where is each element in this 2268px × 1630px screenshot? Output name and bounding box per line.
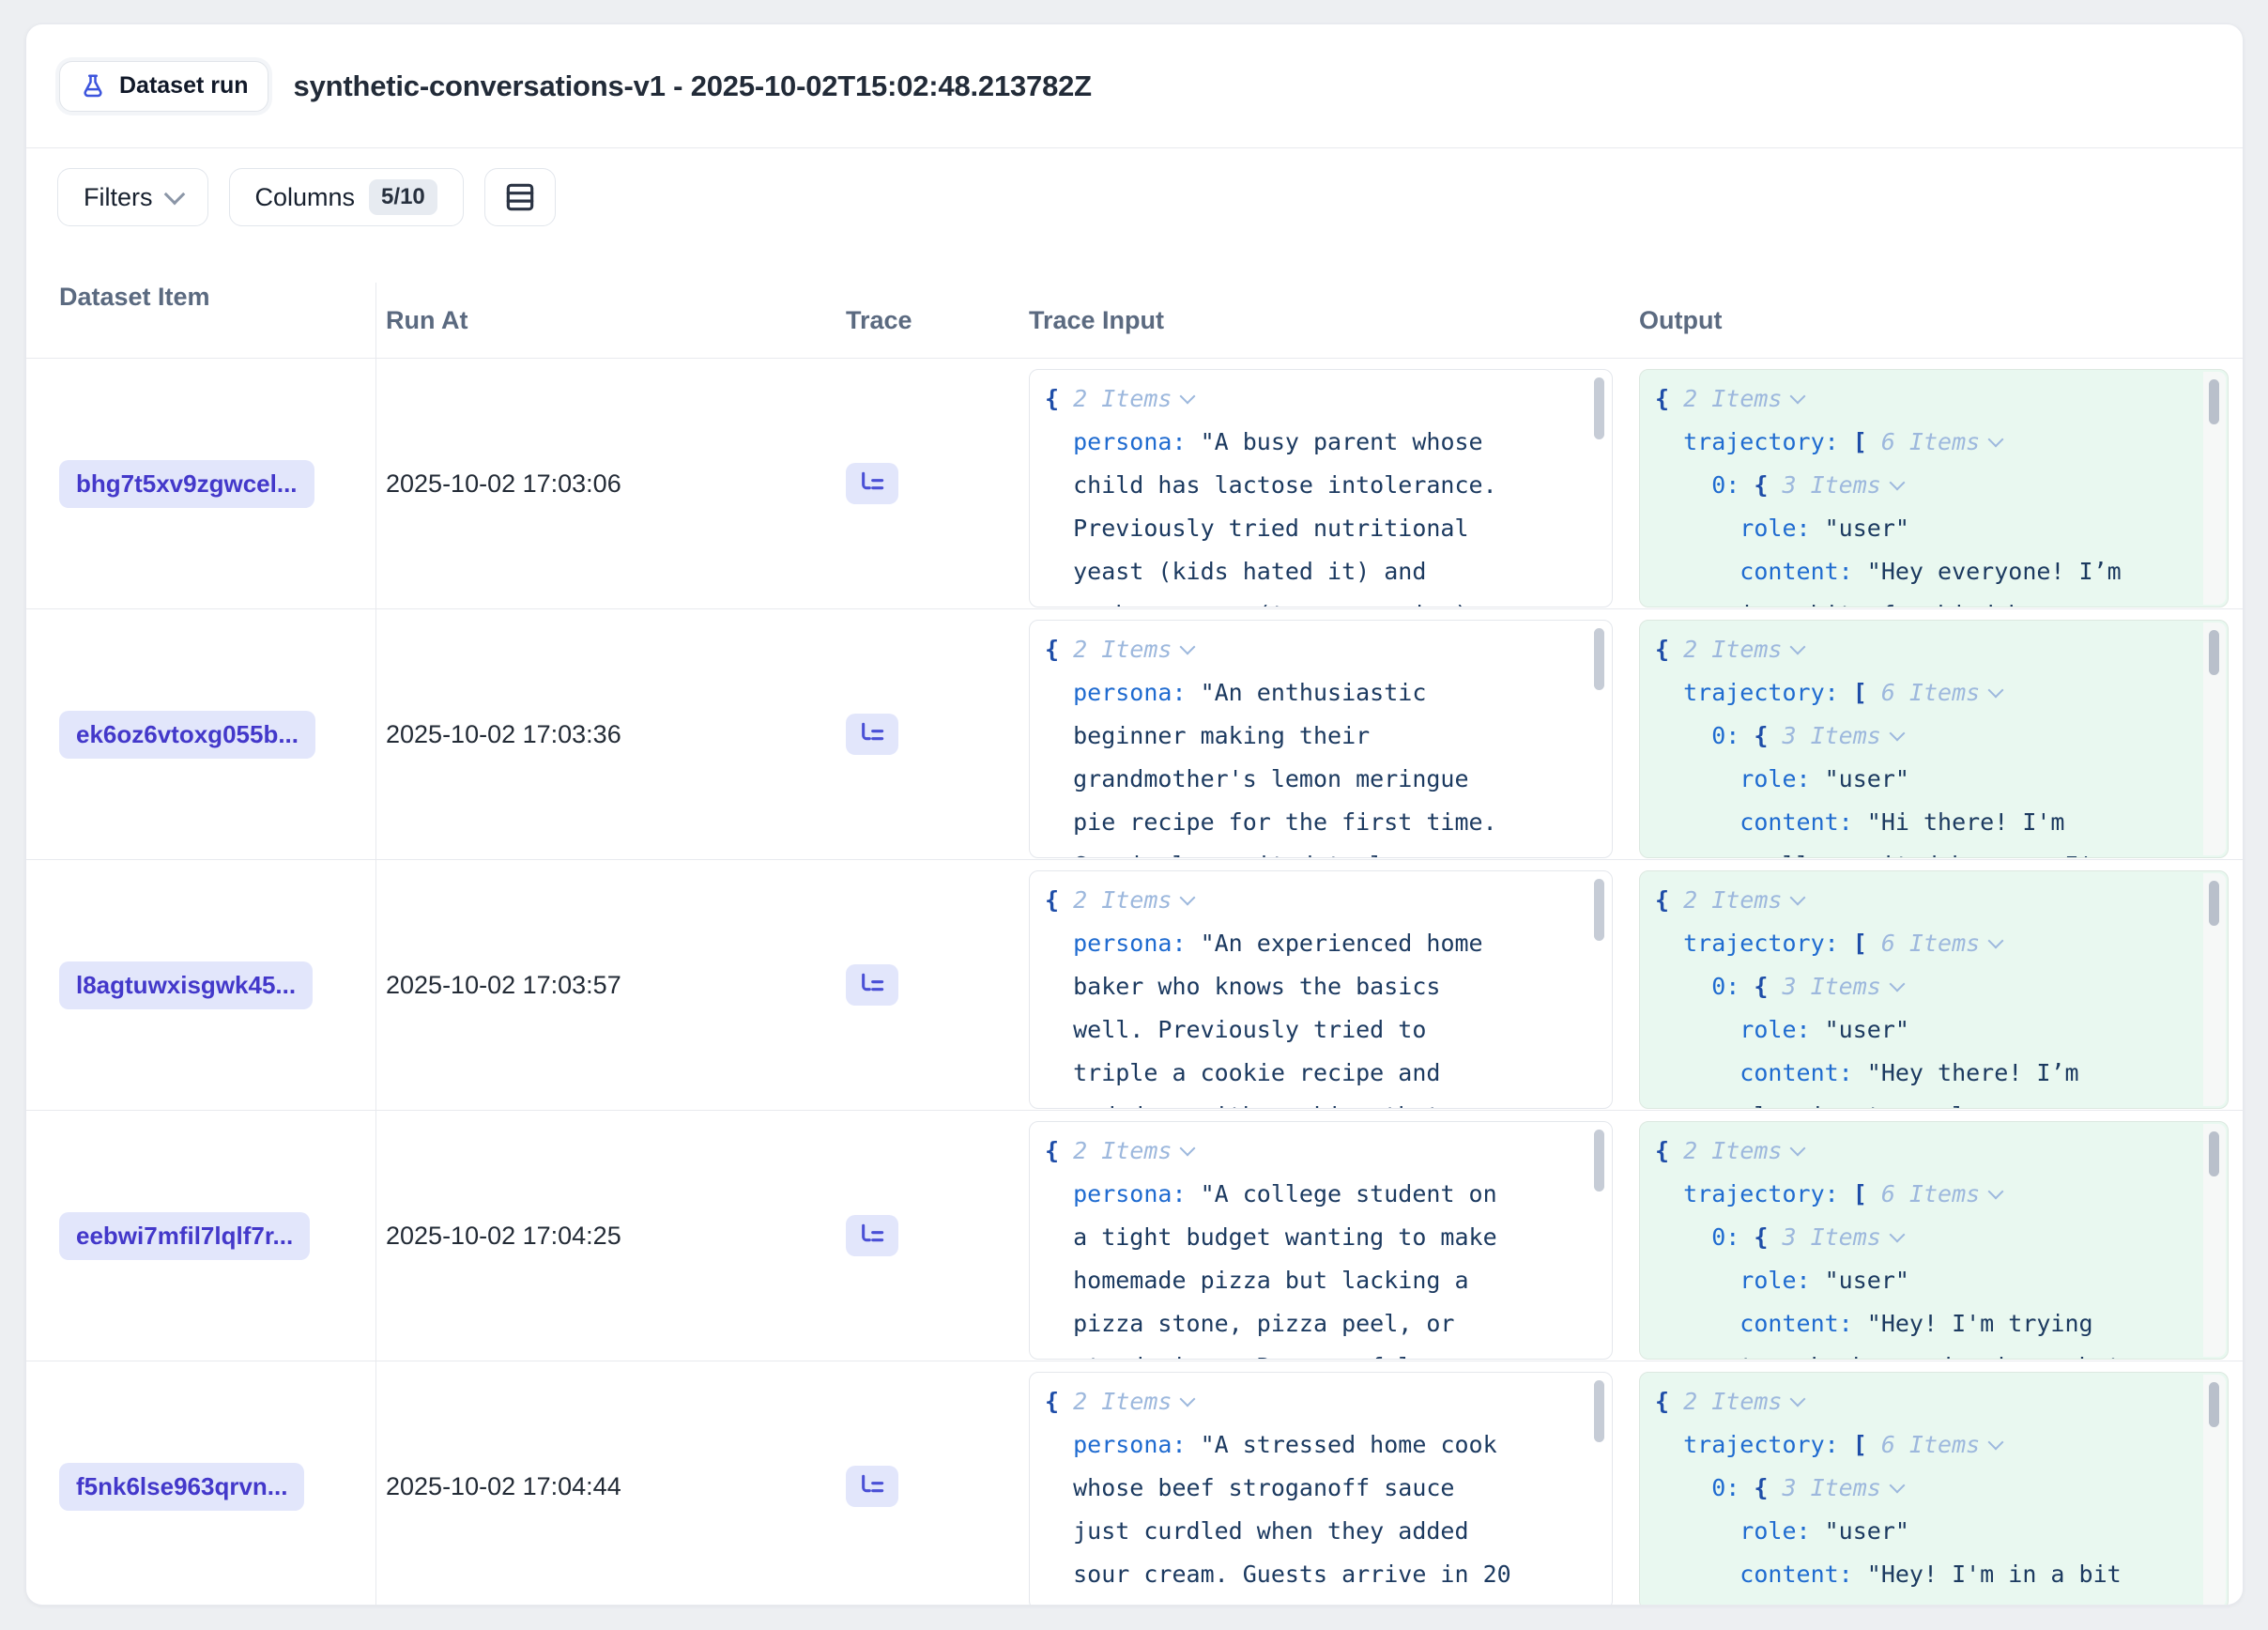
trace-input-json-content: { 2 Items persona: "A stressed home cook… <box>1045 1380 1571 1606</box>
dataset-item-badge[interactable]: ek6oz6vtoxg055b... <box>59 711 315 759</box>
trace-input-json-content: { 2 Items persona: "A college student on… <box>1045 1130 1571 1360</box>
dataset-run-badge: Dataset run <box>59 61 268 112</box>
table-row: bhg7t5xv9zgwcel... 2025-10-02 17:03:06 {… <box>26 359 2243 609</box>
dataset-run-badge-label: Dataset run <box>119 72 249 100</box>
scrollbar-thumb[interactable] <box>2209 1382 2219 1427</box>
column-header-dataset-item: Dataset Item <box>26 283 376 358</box>
trace-input-json-content: { 2 Items persona: "An experienced home … <box>1045 879 1571 1109</box>
trace-button[interactable] <box>846 463 898 504</box>
column-header-output: Output <box>1625 306 2243 335</box>
list-tree-icon <box>857 1471 887 1501</box>
trace-input-json-content: { 2 Items persona: "An enthusiastic begi… <box>1045 628 1571 858</box>
run-at-value: 2025-10-02 17:04:44 <box>386 1472 621 1501</box>
trace-input-json-content: { 2 Items persona: "A busy parent whose … <box>1045 377 1571 607</box>
column-header-trace-input: Trace Input <box>1019 306 1625 335</box>
output-json-content: { 2 Items trajectory: [ 6 Items 0: { 3 I… <box>1655 628 2186 858</box>
output-json-viewer[interactable]: { 2 Items trajectory: [ 6 Items 0: { 3 I… <box>1639 1372 2229 1606</box>
columns-count-badge: 5/10 <box>369 179 437 215</box>
trace-input-json-viewer[interactable]: { 2 Items persona: "An enthusiastic begi… <box>1029 620 1613 858</box>
output-json-content: { 2 Items trajectory: [ 6 Items 0: { 3 I… <box>1655 1130 2186 1360</box>
run-at-value: 2025-10-02 17:03:06 <box>386 469 621 499</box>
trace-button[interactable] <box>846 1215 898 1256</box>
list-tree-icon <box>857 469 887 499</box>
rows-icon <box>502 179 538 215</box>
trace-button[interactable] <box>846 714 898 755</box>
output-json-viewer[interactable]: { 2 Items trajectory: [ 6 Items 0: { 3 I… <box>1639 870 2229 1109</box>
column-header-run-at: Run At <box>376 306 818 335</box>
table-row: eebwi7mfil7lqlf7r... 2025-10-02 17:04:25… <box>26 1111 2243 1361</box>
output-json-viewer[interactable]: { 2 Items trajectory: [ 6 Items 0: { 3 I… <box>1639 369 2229 607</box>
output-json-content: { 2 Items trajectory: [ 6 Items 0: { 3 I… <box>1655 1380 2186 1606</box>
scrollbar-thumb[interactable] <box>2209 881 2219 926</box>
list-tree-icon <box>857 1221 887 1251</box>
scrollbar-thumb[interactable] <box>1594 628 1604 690</box>
output-json-content: { 2 Items trajectory: [ 6 Items 0: { 3 I… <box>1655 377 2186 607</box>
table-header: Dataset Item Run At Trace Trace Input Ou… <box>26 283 2243 359</box>
chevron-down-icon <box>163 184 185 206</box>
output-json-viewer[interactable]: { 2 Items trajectory: [ 6 Items 0: { 3 I… <box>1639 620 2229 858</box>
dataset-item-badge[interactable]: bhg7t5xv9zgwcel... <box>59 460 314 508</box>
trace-input-json-viewer[interactable]: { 2 Items persona: "A busy parent whose … <box>1029 369 1613 607</box>
row-height-button[interactable] <box>484 168 556 226</box>
table-row: f5nk6lse963qrvn... 2025-10-02 17:04:44 {… <box>26 1361 2243 1606</box>
trace-input-json-viewer[interactable]: { 2 Items persona: "A college student on… <box>1029 1121 1613 1360</box>
trace-button[interactable] <box>846 964 898 1006</box>
dataset-item-badge[interactable]: l8agtuwxisgwk45... <box>59 961 313 1009</box>
trace-button[interactable] <box>846 1466 898 1507</box>
table-body: bhg7t5xv9zgwcel... 2025-10-02 17:03:06 {… <box>26 359 2243 1606</box>
dataset-run-card: Dataset run synthetic-conversations-v1 -… <box>25 23 2244 1606</box>
run-at-value: 2025-10-02 17:03:57 <box>386 971 621 1000</box>
scrollbar-thumb[interactable] <box>1594 879 1604 941</box>
filters-button[interactable]: Filters <box>57 168 208 226</box>
dataset-item-badge[interactable]: f5nk6lse963qrvn... <box>59 1463 304 1511</box>
scrollbar-thumb[interactable] <box>1594 377 1604 439</box>
run-at-value: 2025-10-02 17:03:36 <box>386 720 621 749</box>
table-row: ek6oz6vtoxg055b... 2025-10-02 17:03:36 {… <box>26 609 2243 860</box>
toolbar: Filters Columns 5/10 <box>26 148 2243 283</box>
trace-input-json-viewer[interactable]: { 2 Items persona: "A stressed home cook… <box>1029 1372 1613 1606</box>
page-header: Dataset run synthetic-conversations-v1 -… <box>26 24 2243 148</box>
list-tree-icon <box>857 970 887 1000</box>
flask-icon <box>79 72 107 100</box>
output-json-viewer[interactable]: { 2 Items trajectory: [ 6 Items 0: { 3 I… <box>1639 1121 2229 1360</box>
scrollbar-thumb[interactable] <box>2209 379 2219 424</box>
columns-button[interactable]: Columns 5/10 <box>229 168 464 226</box>
scrollbar-thumb[interactable] <box>1594 1130 1604 1192</box>
dataset-item-badge[interactable]: eebwi7mfil7lqlf7r... <box>59 1212 310 1260</box>
page-title: synthetic-conversations-v1 - 2025-10-02T… <box>294 69 1092 103</box>
trace-input-json-viewer[interactable]: { 2 Items persona: "An experienced home … <box>1029 870 1613 1109</box>
table-row: l8agtuwxisgwk45... 2025-10-02 17:03:57 {… <box>26 860 2243 1111</box>
scrollbar-thumb[interactable] <box>2209 630 2219 675</box>
scrollbar-thumb[interactable] <box>1594 1380 1604 1442</box>
run-at-value: 2025-10-02 17:04:25 <box>386 1222 621 1251</box>
filters-button-label: Filters <box>84 183 153 212</box>
list-tree-icon <box>857 719 887 749</box>
columns-button-label: Columns <box>255 183 356 212</box>
column-header-trace: Trace <box>818 306 1019 335</box>
output-json-content: { 2 Items trajectory: [ 6 Items 0: { 3 I… <box>1655 879 2186 1109</box>
scrollbar-thumb[interactable] <box>2209 1131 2219 1176</box>
